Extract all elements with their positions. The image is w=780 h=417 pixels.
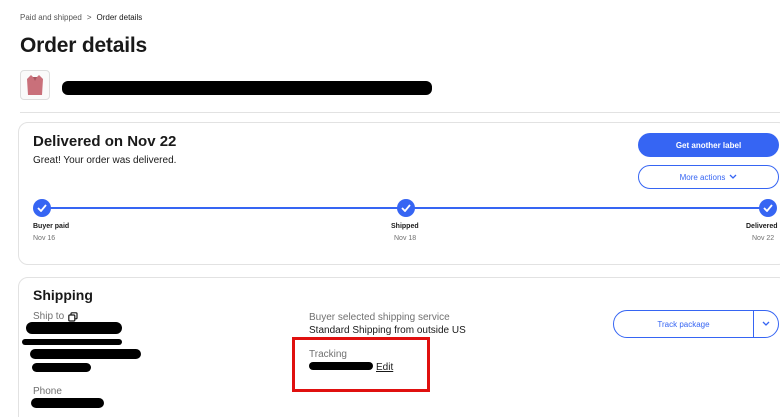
step-label-shipped: Shipped [391,223,419,230]
step-date-delivered: Nov 22 [752,235,775,242]
redacted-recipient-name [26,322,122,334]
step-date-buyer-paid: Nov 16 [33,235,56,242]
track-package-menu-button[interactable] [754,321,778,327]
track-package-button[interactable]: Track package [614,320,753,329]
shipping-title: Shipping [33,287,93,303]
redacted-phone-number [31,398,104,408]
track-package-split-button: Track package [613,310,779,338]
phone-label: Phone [33,386,62,397]
status-subtitle: Great! Your order was delivered. [33,155,177,166]
breadcrumb-link-paid-and-shipped[interactable]: Paid and shipped [20,13,82,22]
step-label-buyer-paid: Buyer paid [33,223,70,230]
item-thumbnail[interactable] [20,70,50,100]
chevron-down-icon [729,174,737,179]
ship-to-heading: Ship to [33,311,78,322]
redacted-item-title [62,81,432,95]
step-check-icon [397,199,415,217]
ship-to-label: Ship to [33,311,65,322]
step-check-icon [33,199,51,217]
page-title: Order details [20,34,147,57]
step-date-shipped: Nov 18 [394,235,417,242]
order-item-row [20,70,50,100]
divider [20,112,780,113]
shirt-image-icon [27,75,43,95]
breadcrumb: Paid and shipped > Order details [20,13,142,22]
redacted-address-line [22,339,122,345]
status-title: Delivered on Nov 22 [33,133,177,150]
shipping-service-label: Buyer selected shipping service [309,312,450,323]
redacted-address-line [30,349,141,359]
chevron-down-icon [762,321,770,326]
shipping-service-value: Standard Shipping from outside US [309,325,466,336]
copy-icon[interactable] [68,311,78,322]
step-check-icon [759,199,777,217]
breadcrumb-separator: > [86,13,92,22]
redacted-address-line [32,363,91,372]
breadcrumb-current: Order details [96,13,143,22]
delivery-status-card: Delivered on Nov 22 Great! Your order wa… [18,122,780,265]
more-actions-button[interactable]: More actions [638,165,779,189]
tracking-highlight-box [292,337,430,392]
progress-tracker [33,199,777,217]
get-another-label-button[interactable]: Get another label [638,133,779,157]
more-actions-label: More actions [679,172,726,182]
step-label-delivered: Delivered [746,223,778,230]
